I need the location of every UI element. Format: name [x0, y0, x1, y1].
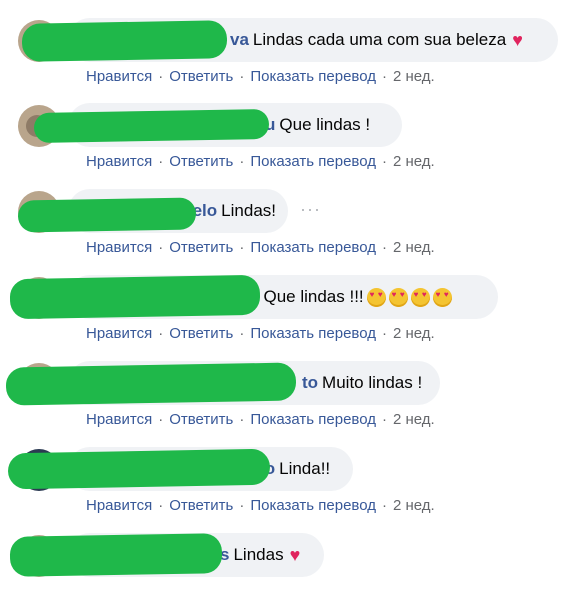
reply-link[interactable]: Ответить [169, 153, 233, 170]
comment-time[interactable]: 2 нед. [393, 68, 435, 85]
redaction-mark [9, 274, 261, 320]
heart-eyes-emoji-icon [388, 287, 408, 307]
like-link[interactable]: Нравится [86, 497, 152, 514]
like-link[interactable]: Нравится [86, 239, 152, 256]
redaction-mark [21, 20, 228, 62]
comment-actions: Нравится · Ответить · Показать перевод · 2 нед… [86, 411, 435, 428]
comment-actions: Нравится · Ответить · Показать перевод · 2 нед… [86, 68, 435, 85]
reply-link[interactable]: Ответить [169, 411, 233, 428]
comment-time[interactable]: 2 нед. [393, 239, 435, 256]
redaction-mark [9, 533, 223, 577]
redaction-mark [5, 362, 297, 406]
comment-text: Lindas! [221, 201, 276, 220]
comment-author[interactable]: va [230, 30, 249, 50]
like-link[interactable]: Нравится [86, 68, 152, 85]
redaction-mark [7, 448, 271, 490]
comment-time[interactable]: 2 нед. [393, 325, 435, 342]
translate-link[interactable]: Показать перевод [250, 153, 376, 170]
translate-link[interactable]: Показать перевод [250, 239, 376, 256]
comment-time[interactable]: 2 нед. [393, 411, 435, 428]
like-link[interactable]: Нравится [86, 153, 152, 170]
translate-link[interactable]: Показать перевод [250, 497, 376, 514]
comment-time[interactable]: 2 нед. [393, 153, 435, 170]
comment-text: Linda!! [279, 459, 331, 478]
comment-actions: Нравится · Ответить · Показать перевод · 2 нед… [86, 239, 435, 256]
comment-actions: Нравится · Ответить · Показать перевод · 2 нед… [86, 325, 435, 342]
translate-link[interactable]: Показать перевод [250, 68, 376, 85]
comment-author[interactable]: to [302, 373, 318, 393]
redaction-mark [17, 197, 197, 233]
reply-link[interactable]: Ответить [169, 325, 233, 342]
comment-text: Lindas [233, 545, 284, 564]
reply-link[interactable]: Ответить [169, 68, 233, 85]
comment-text: Lindas cada uma com sua beleza [252, 30, 507, 49]
comment-time[interactable]: 2 нед. [393, 497, 435, 514]
comment-text: Que lindas !!! [263, 287, 364, 306]
comment-text: Que lindas ! [279, 115, 371, 134]
like-link[interactable]: Нравится [86, 325, 152, 342]
heart-icon: ♥ [512, 30, 523, 50]
comment-text: Muito lindas ! [322, 373, 423, 392]
redaction-mark [33, 108, 270, 144]
ellipsis-icon[interactable]: ··· [300, 199, 321, 220]
reply-link[interactable]: Ответить [169, 497, 233, 514]
like-link[interactable]: Нравится [86, 411, 152, 428]
heart-eyes-emoji-icon [432, 287, 452, 307]
translate-link[interactable]: Показать перевод [250, 325, 376, 342]
heart-icon: ♥ [289, 545, 301, 565]
comment-actions: Нравится · Ответить · Показать перевод · 2 нед… [86, 153, 435, 170]
heart-eyes-emoji-icon [366, 287, 386, 307]
comment-actions: Нравится · Ответить · Показать перевод · 2 нед… [86, 497, 435, 514]
reply-link[interactable]: Ответить [169, 239, 233, 256]
translate-link[interactable]: Показать перевод [250, 411, 376, 428]
heart-eyes-emoji-icon [410, 287, 430, 307]
